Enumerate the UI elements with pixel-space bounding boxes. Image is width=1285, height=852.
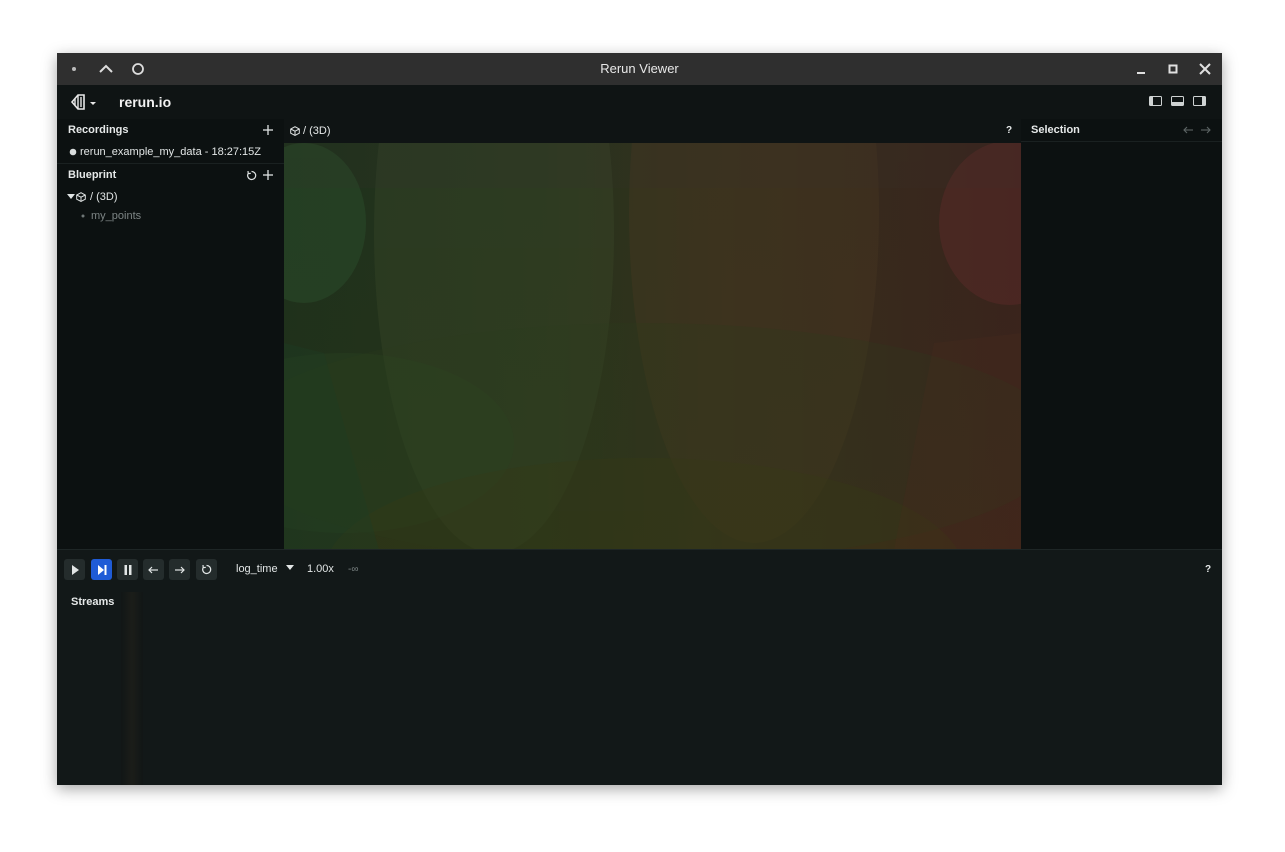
playback-speed[interactable]: 1.00x [307, 559, 334, 580]
plus-icon[interactable] [261, 168, 275, 182]
divider [1021, 141, 1222, 142]
plus-icon[interactable] [261, 123, 275, 137]
viewport-canvas [284, 143, 1021, 550]
view-tab-header[interactable]: / (3D) ? [284, 119, 1021, 143]
toggle-bottom-panel-icon[interactable] [1171, 96, 1184, 106]
blueprint-title: Blueprint [68, 169, 117, 181]
play-icon[interactable] [64, 559, 85, 580]
app-window: Rerun Viewer rerun.io Recordings rerun_e… [57, 53, 1222, 785]
time-panel: log_time 1.00x -∞ ? Streams [57, 549, 1222, 785]
cube-icon [290, 126, 300, 136]
window-title: Rerun Viewer [600, 61, 679, 76]
cube-icon [76, 192, 86, 202]
recording-item[interactable]: rerun_example_my_data - 18:27:15Z [57, 142, 284, 162]
top-app-bar: rerun.io [57, 85, 1222, 119]
selection-title: Selection [1031, 124, 1080, 136]
blueprint-tree-item[interactable]: / (3D) [57, 187, 284, 207]
left-panel: Recordings rerun_example_my_data - 18:27… [57, 119, 284, 549]
arrow-left-icon[interactable] [1183, 126, 1194, 134]
rerun-logo-icon[interactable] [69, 92, 99, 112]
blueprint-child-label: my_points [91, 210, 142, 222]
arrow-left-icon[interactable] [143, 559, 164, 580]
minimize-icon[interactable] [1129, 53, 1153, 85]
streams-label: Streams [71, 596, 115, 608]
reset-icon[interactable] [244, 168, 258, 182]
help-icon[interactable]: ? [1205, 559, 1211, 580]
help-icon[interactable]: ? [1006, 119, 1012, 143]
blueprint-child-item[interactable]: my_points [57, 206, 284, 226]
arrow-right-icon[interactable] [169, 559, 190, 580]
brand-link[interactable]: rerun.io [119, 85, 171, 119]
recordings-title: Recordings [68, 124, 129, 136]
timeline-selector[interactable]: log_time [236, 559, 295, 580]
pause-icon[interactable] [117, 559, 138, 580]
triangle-down-icon [67, 194, 75, 199]
loop-icon[interactable] [196, 559, 217, 580]
view-title: / (3D) [303, 125, 331, 137]
chevron-down-icon [286, 564, 295, 570]
window-titlebar[interactable]: Rerun Viewer [57, 53, 1222, 85]
time-ruler-strip[interactable] [121, 592, 143, 785]
step-forward-icon[interactable] [91, 559, 112, 580]
arrow-right-icon[interactable] [1200, 126, 1211, 134]
blueprint-header: Blueprint [57, 164, 284, 186]
close-icon[interactable] [1193, 53, 1217, 85]
timeline-name: log_time [236, 563, 278, 575]
spatial-3d-viewport[interactable] [284, 143, 1021, 550]
maximize-icon[interactable] [1161, 53, 1185, 85]
blueprint-item-label: / (3D) [90, 191, 118, 203]
toggle-right-panel-icon[interactable] [1193, 96, 1206, 106]
toggle-left-panel-icon[interactable] [1149, 96, 1162, 106]
recordings-header: Recordings [57, 119, 284, 141]
selection-panel: Selection [1021, 119, 1222, 549]
recording-label: rerun_example_my_data - 18:27:15Z [80, 146, 261, 158]
current-time: -∞ [348, 564, 359, 575]
